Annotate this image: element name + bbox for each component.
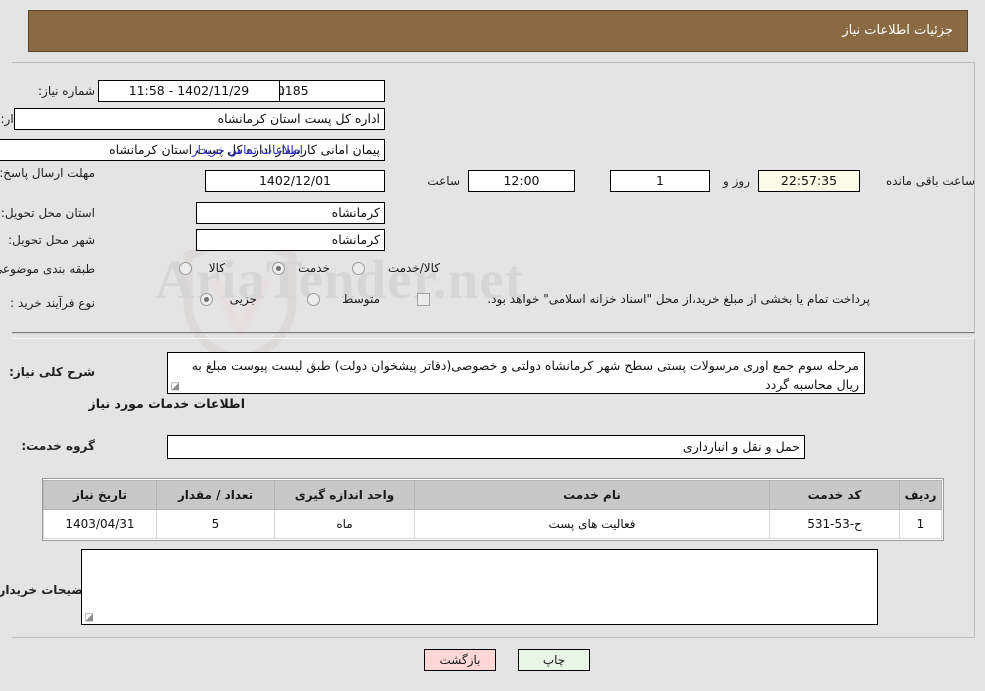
col-row-no: ردیف: [899, 480, 942, 510]
province-field[interactable]: کرمانشاه: [196, 202, 385, 224]
col-quantity: تعداد / مقدار: [156, 480, 275, 510]
radio-category-kala-khedmat-label: کالا/خدمت: [387, 261, 440, 275]
col-service-name: نام خدمت: [414, 480, 770, 510]
radio-category-kala[interactable]: [179, 262, 192, 275]
general-desc-text: مرحله سوم جمع اوری مرسولات پستی سطح شهر …: [191, 358, 859, 392]
services-table: ردیف کد خدمت نام خدمت واحد اندازه گیری ت…: [43, 480, 942, 539]
cell-unit: ماه: [274, 509, 415, 539]
remaining-days-label: روز و: [723, 174, 750, 188]
buyer-org-field[interactable]: اداره کل پست استان کرمانشاه: [14, 108, 385, 130]
deadline-hour-field[interactable]: 12:00: [468, 170, 575, 192]
general-desc-textarea[interactable]: مرحله سوم جمع اوری مرسولات پستی سطح شهر …: [167, 352, 865, 394]
print-button[interactable]: چاپ: [518, 649, 590, 671]
table-header-row: ردیف کد خدمت نام خدمت واحد اندازه گیری ت…: [43, 480, 942, 510]
resize-grip-icon-notes[interactable]: ◪: [84, 613, 94, 623]
province-label: استان محل تحویل:: [0, 206, 95, 220]
resize-grip-icon[interactable]: ◪: [170, 382, 180, 392]
service-group-label: گروه خدمت:: [21, 439, 95, 453]
treasury-docs-checkbox[interactable]: [417, 293, 430, 306]
radio-category-khedmat[interactable]: [272, 262, 285, 275]
deadline-label: مهلت ارسال پاسخ: تا تاریخ:: [0, 166, 95, 180]
radio-purchase-jozi-label: جزیی: [229, 292, 257, 306]
header-bar: جزئیات اطلاعات نیاز: [28, 10, 968, 52]
countdown-timer-field: 22:57:35: [758, 170, 860, 192]
page-title: جزئیات اطلاعات نیاز: [842, 23, 953, 38]
page-root: AriaTender.net جزئیات اطلاعات نیاز شماره…: [0, 0, 985, 691]
city-label: شهر محل تحویل:: [8, 233, 95, 247]
services-table-wrapper: ردیف کد خدمت نام خدمت واحد اندازه گیری ت…: [42, 478, 944, 541]
general-desc-label: شرح کلی نیاز:: [9, 365, 95, 379]
need-number-label: شماره نیاز:: [38, 84, 95, 98]
treasury-docs-note: پرداخت تمام یا بخشی از مبلغ خرید،از محل …: [487, 292, 870, 306]
buyer-notes-textarea[interactable]: ◪: [81, 549, 878, 625]
deadline-date-field[interactable]: 1402/12/01: [205, 170, 385, 192]
services-heading: اطلاعات خدمات مورد نیاز: [88, 396, 246, 411]
remaining-days-field[interactable]: 1: [610, 170, 710, 192]
cell-service-code: ح-53-531: [769, 509, 900, 539]
table-row[interactable]: 1 ح-53-531 فعالیت های پست ماه 5 1403/04/…: [43, 509, 942, 539]
cell-service-name: فعالیت های پست: [414, 509, 770, 539]
col-unit: واحد اندازه گیری: [274, 480, 415, 510]
back-button[interactable]: بازگشت: [424, 649, 496, 671]
radio-category-kala-khedmat[interactable]: [352, 262, 365, 275]
cell-need-date: 1403/04/31: [43, 509, 157, 539]
service-group-field[interactable]: حمل و نقل و انبارداری: [167, 435, 805, 459]
cell-quantity: 5: [156, 509, 275, 539]
purchase-type-label: نوع فرآیند خرید :: [10, 296, 95, 310]
radio-purchase-motavaset[interactable]: [307, 293, 320, 306]
col-service-code: کد خدمت: [769, 480, 900, 510]
category-label: طبقه بندی موضوعی:: [0, 262, 95, 276]
radio-category-khedmat-label: خدمت: [298, 261, 330, 275]
radio-category-kala-label: کالا: [208, 261, 225, 275]
remaining-hours-label: ساعت باقی مانده: [885, 174, 975, 188]
radio-purchase-motavaset-label: متوسط: [342, 292, 380, 306]
buyer-contact-link[interactable]: اطلاعات تماس خریدار: [192, 143, 303, 157]
radio-purchase-jozi[interactable]: [200, 293, 213, 306]
announce-field[interactable]: 1402/11/29 - 11:58: [98, 80, 280, 102]
deadline-hour-label: ساعت: [427, 174, 460, 188]
col-need-date: تاریخ نیاز: [43, 480, 157, 510]
cell-row-no: 1: [899, 509, 942, 539]
city-field[interactable]: کرمانشاه: [196, 229, 385, 251]
